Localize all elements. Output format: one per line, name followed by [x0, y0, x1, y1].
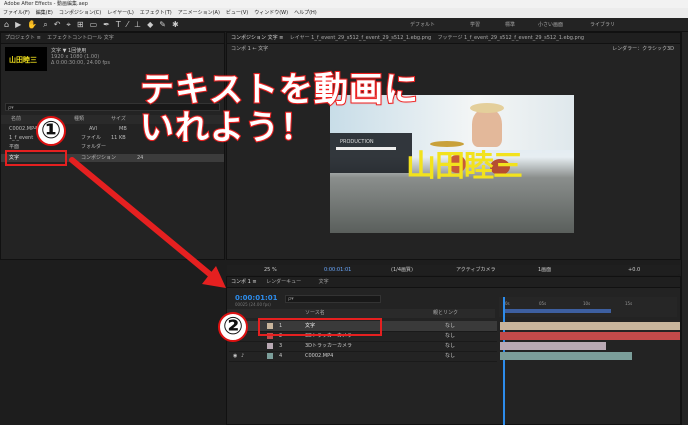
annotation-arrow: [69, 157, 226, 288]
arrow-shaft: [69, 157, 215, 279]
